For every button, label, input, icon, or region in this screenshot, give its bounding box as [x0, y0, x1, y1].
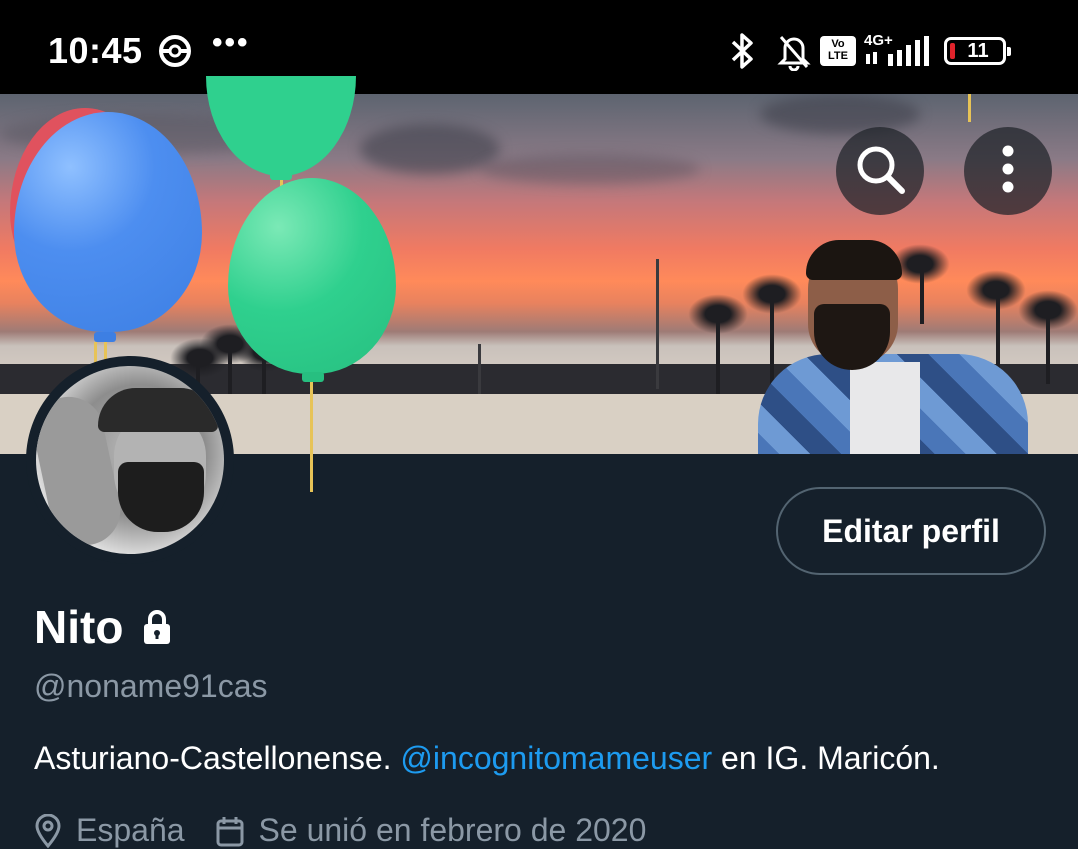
- calendar-icon: [216, 816, 244, 846]
- display-name: Nito: [34, 601, 124, 653]
- status-more-dots: •••: [212, 26, 250, 59]
- lock-icon: [141, 609, 173, 650]
- profile-meta: España Se unió en febrero de 2020: [34, 812, 676, 849]
- more-options-button[interactable]: [964, 127, 1052, 215]
- status-time: 10:45: [48, 30, 143, 71]
- profile-handle: @noname91cas: [34, 668, 268, 704]
- pokeball-icon: [158, 34, 192, 68]
- search-button[interactable]: [836, 127, 924, 215]
- search-icon: [852, 141, 908, 202]
- battery-icon: 11: [944, 37, 1011, 65]
- volte-badge: Vo LTE: [820, 36, 856, 66]
- bell-muted-icon: [774, 30, 814, 72]
- location-text: España: [76, 812, 185, 848]
- status-bar: 10:45 ••• Vo LTE 4G+ 11: [0, 0, 1078, 94]
- more-vertical-icon: [998, 141, 1018, 202]
- location-pin-icon: [35, 813, 61, 848]
- avatar[interactable]: [26, 356, 234, 564]
- profile-joined: Se unió en febrero de 2020: [215, 812, 647, 849]
- bluetooth-icon: [724, 30, 760, 72]
- signal-icon: [864, 36, 934, 68]
- profile-bio: Asturiano-Castellonense. @incognitomameu…: [34, 740, 940, 777]
- profile-name-row: Nito: [34, 600, 173, 654]
- bio-text-end: en IG. Maricón.: [712, 740, 940, 776]
- battery-level: 11: [967, 39, 989, 62]
- profile-location: España: [34, 812, 185, 849]
- banner-person: [758, 240, 1038, 454]
- avatar-photo: [36, 366, 224, 554]
- edit-profile-button[interactable]: Editar perfil: [776, 487, 1046, 575]
- bio-text-start: Asturiano-Castellonense.: [34, 740, 401, 776]
- joined-text: Se unió en febrero de 2020: [258, 812, 647, 848]
- bio-mention-link[interactable]: @incognitomameuser: [400, 740, 712, 776]
